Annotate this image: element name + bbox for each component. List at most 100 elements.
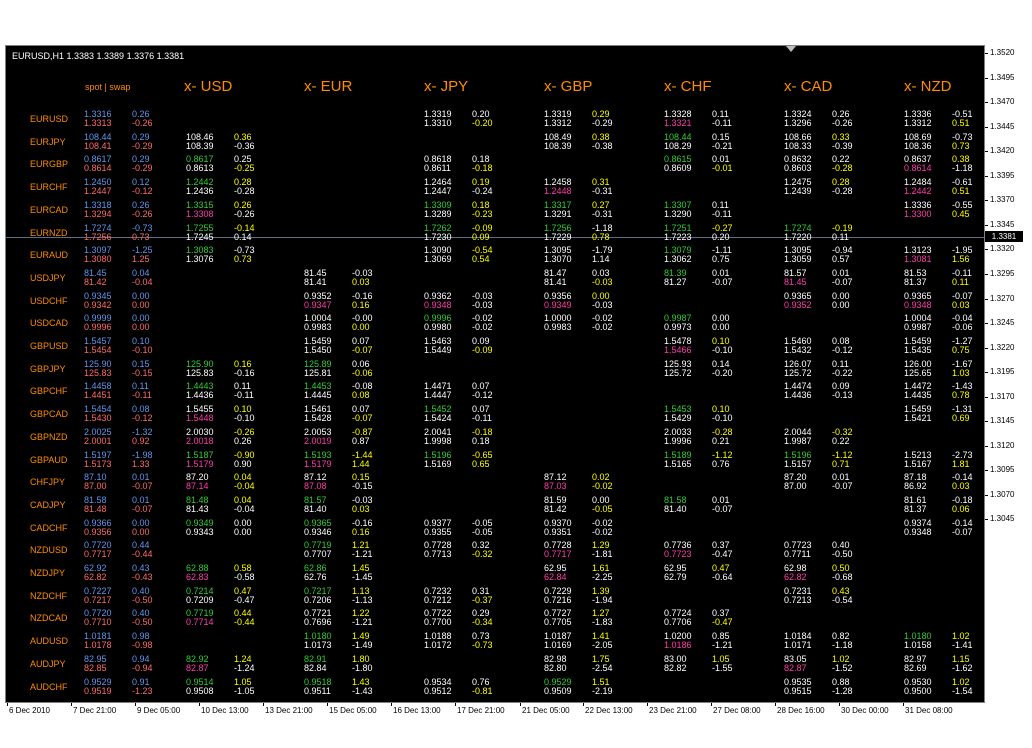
cross-rate-value: 1.5435 — [904, 345, 932, 355]
cross-rate-value: 1.5450 — [304, 345, 332, 355]
spot-swap-value: -0.15 — [132, 368, 153, 378]
cross-rate-value: -0.02 — [472, 322, 493, 332]
price-axis[interactable]: 1.3520 1.3495 1.3470 1.3445 1.3420 1.3395 1.33… — [985, 45, 1032, 703]
cross-rate-value: -0.58 — [234, 572, 255, 582]
cross-rate-value: 0.8603 — [784, 163, 812, 173]
cross-rate-value: 1.3069 — [424, 254, 452, 264]
cross-rate-value: 108.39 — [186, 141, 214, 151]
time-tick-mark — [647, 703, 648, 706]
cross-rate-value: 82.87 — [784, 663, 807, 673]
cross-rate-value: -0.47 — [712, 549, 733, 559]
cross-rate-value: 1.4447 — [424, 390, 452, 400]
symbol-label: NZDCAD — [30, 613, 68, 623]
spot-swap-value: -1.23 — [132, 686, 153, 696]
cross-rate-value: -1.41 — [952, 640, 973, 650]
cross-rate-value: 0.00 — [712, 322, 730, 332]
cross-rate-value: 1.0169 — [544, 640, 572, 650]
cross-rate-value: -0.54 — [832, 595, 853, 605]
cross-rate-value: -0.26 — [234, 209, 255, 219]
cross-rate-value: 1.81 — [952, 459, 970, 469]
cross-rate-value: 1.3296 — [784, 118, 812, 128]
price-tick-mark — [985, 274, 988, 275]
spot-swap-value: 0.92 — [132, 436, 150, 446]
column-header-xusd: x- USD — [184, 78, 233, 95]
cross-rate-value: -0.07 — [832, 277, 853, 287]
price-tick-mark — [985, 348, 988, 349]
cross-rate-value: 0.51 — [952, 186, 970, 196]
cross-rate-value: -0.25 — [234, 163, 255, 173]
cross-rate-value: -0.15 — [352, 481, 373, 491]
cross-rate-value: 81.37 — [904, 277, 927, 287]
time-axis[interactable]: 6 Dec 2010 7 Dec 21:00 9 Dec 05:00 10 Dec 1… — [5, 703, 985, 723]
cross-rate-value: 1.5448 — [186, 413, 214, 423]
cross-rate-value: 81.42 — [544, 504, 567, 514]
cross-rate-value: 0.9508 — [186, 686, 214, 696]
time-tick-mark — [199, 703, 200, 706]
cross-rate-value: 1.5179 — [186, 459, 214, 469]
time-tick-label: 31 Dec 08:00 — [905, 706, 953, 715]
price-tick-mark — [985, 397, 988, 398]
price-tick-label: 1.3470 — [990, 97, 1015, 106]
chart-window[interactable]: EURUSD,H1 1.3383 1.3389 1.3376 1.3381 sp… — [5, 45, 985, 703]
cross-rate-value: 1.5429 — [664, 413, 692, 423]
cross-rate-value: 1.5157 — [784, 459, 812, 469]
cross-rate-value: 1.7245 — [186, 232, 214, 242]
cross-rate-value: 0.03 — [352, 504, 370, 514]
spot-swap-value: 108.41 — [84, 141, 112, 151]
cross-rate-value: -1.43 — [352, 686, 373, 696]
symbol-label: CADJPY — [30, 500, 66, 510]
cross-rate-value: -0.11 — [234, 390, 254, 400]
spot-swap-value: 125.83 — [84, 368, 112, 378]
spot-swap-header: spot | swap — [85, 82, 131, 92]
spot-swap-value: 0.9996 — [84, 322, 112, 332]
cross-rate-value: -1.83 — [592, 617, 613, 627]
cross-rate-value: 0.7711 — [784, 549, 811, 559]
symbol-label: GBPCHF — [30, 386, 68, 396]
cross-rate-value: 0.11 — [952, 277, 969, 287]
cross-rate-value: 81.43 — [186, 504, 209, 514]
cross-rate-value: 0.7696 — [304, 617, 332, 627]
cross-rate-value: 1.5165 — [664, 459, 692, 469]
cross-rate-value: 1.3312 — [544, 118, 572, 128]
price-tick-label: 1.3395 — [990, 171, 1015, 180]
cross-rate-value: 81.45 — [784, 277, 807, 287]
price-tick-mark — [985, 102, 988, 103]
cross-rate-value: 87.14 — [186, 481, 209, 491]
cross-rate-value: 1.5167 — [904, 459, 932, 469]
cross-rate-value: 62.76 — [304, 572, 327, 582]
cross-rate-value: 1.9987 — [784, 436, 812, 446]
time-tick-mark — [71, 703, 72, 706]
cross-rate-value: 1.56 — [952, 254, 970, 264]
cross-rate-value: 0.11 — [832, 232, 849, 242]
column-header-xjpy: x- JPY — [424, 78, 469, 95]
price-tick-mark — [985, 470, 988, 471]
spot-swap-value: -0.11 — [132, 390, 152, 400]
cross-rate-value: 62.84 — [544, 572, 567, 582]
price-tick-mark — [985, 495, 988, 496]
cross-rate-value: 0.9349 — [544, 300, 572, 310]
cross-rate-value: 62.83 — [186, 572, 209, 582]
cross-rate-value: 81.41 — [544, 277, 567, 287]
cross-rate-value: 0.7212 — [424, 595, 452, 605]
symbol-label: USDCHF — [30, 296, 68, 306]
cross-rate-value: 0.73 — [952, 141, 970, 151]
cross-rate-value: -0.16 — [234, 368, 255, 378]
cross-rate-value: -0.07 — [952, 527, 973, 537]
symbol-label: EURUSD — [30, 114, 69, 124]
spot-swap-value: -0.07 — [132, 481, 153, 491]
symbol-label: CADCHF — [30, 523, 68, 533]
shift-marker-icon[interactable] — [786, 46, 796, 52]
price-tick-label: 1.3145 — [990, 416, 1015, 425]
cross-rate-value: 0.9500 — [904, 686, 932, 696]
symbol-label: GBPUSD — [30, 341, 69, 351]
cross-rate-value: 1.3070 — [544, 254, 572, 264]
spot-swap-value: -0.12 — [132, 413, 153, 423]
cross-rate-value: -0.34 — [472, 617, 493, 627]
symbol-label: EURCAD — [30, 205, 69, 215]
cross-rate-value: 0.9347 — [304, 300, 332, 310]
cross-rate-value: -0.47 — [712, 617, 733, 627]
time-tick-label: 28 Dec 16:00 — [777, 706, 825, 715]
cross-rate-value: -2.25 — [592, 572, 613, 582]
cross-rate-value: 0.18 — [472, 436, 490, 446]
cross-rate-value: 1.0186 — [664, 640, 692, 650]
